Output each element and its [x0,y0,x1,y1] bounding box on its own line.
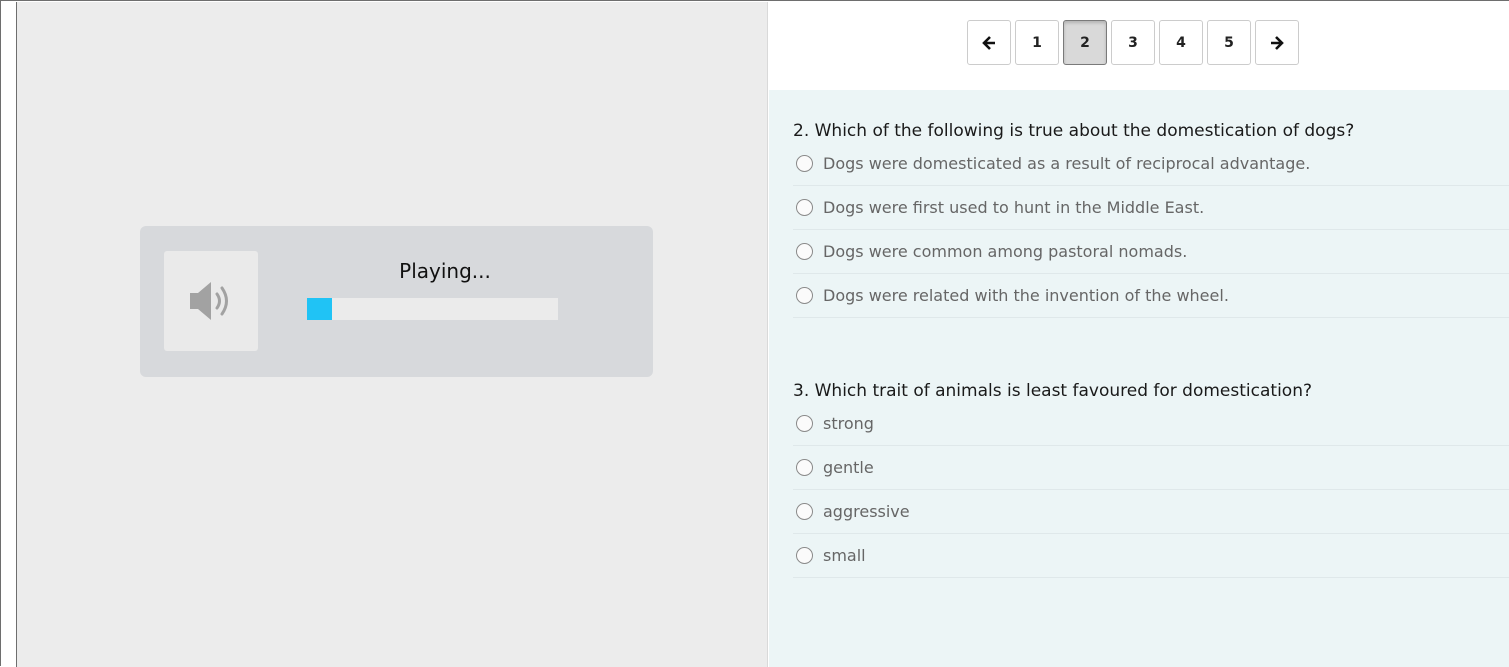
radio-button[interactable] [796,155,813,172]
page-button-1[interactable]: 1 [1015,20,1059,65]
speaker-button[interactable] [164,251,258,351]
app-frame: Playing... 1 2 3 4 5 2. Which of the fol… [0,0,1509,667]
audio-player: Playing... [140,226,653,377]
page-button-4[interactable]: 4 [1159,20,1203,65]
radio-button[interactable] [796,199,813,216]
radio-button[interactable] [796,243,813,260]
audio-pane: Playing... [17,2,768,667]
arrow-left-icon [982,35,995,50]
question-area: 2. Which of the following is true about … [769,90,1509,667]
page-button-5[interactable]: 5 [1207,20,1251,65]
option-label: Dogs were domesticated as a result of re… [823,154,1311,173]
option-label: Dogs were related with the invention of … [823,286,1229,305]
answer-option[interactable]: gentle [793,446,1509,490]
page-button-3[interactable]: 3 [1111,20,1155,65]
option-label: strong [823,414,874,433]
page-button-2[interactable]: 2 [1063,20,1107,65]
option-label: aggressive [823,502,910,521]
answer-option[interactable]: strong [793,402,1509,446]
question-2: 2. Which of the following is true about … [793,120,1509,318]
speaker-icon [190,282,228,320]
option-label: small [823,546,866,565]
answer-option[interactable]: Dogs were common among pastoral nomads. [793,230,1509,274]
answer-option[interactable]: Dogs were domesticated as a result of re… [793,142,1509,186]
arrow-right-icon [1271,35,1284,50]
questions-pane: 1 2 3 4 5 2. Which of the following is t… [769,2,1509,667]
radio-button[interactable] [796,547,813,564]
answer-option[interactable]: Dogs were first used to hunt in the Midd… [793,186,1509,230]
question-3: 3. Which trait of animals is least favou… [793,380,1509,578]
option-label: Dogs were first used to hunt in the Midd… [823,198,1205,217]
next-page-button[interactable] [1255,20,1299,65]
prev-page-button[interactable] [967,20,1011,65]
option-label: Dogs were common among pastoral nomads. [823,242,1188,261]
audio-progress-fill [307,298,333,320]
playback-status: Playing... [399,259,491,283]
radio-button[interactable] [796,459,813,476]
question-text: 2. Which of the following is true about … [793,121,1355,141]
audio-progress-bar [307,298,558,320]
option-label: gentle [823,458,874,477]
answer-option[interactable]: aggressive [793,490,1509,534]
radio-button[interactable] [796,503,813,520]
radio-button[interactable] [796,415,813,432]
question-pagination: 1 2 3 4 5 [967,20,1299,66]
answer-option[interactable]: Dogs were related with the invention of … [793,274,1509,318]
radio-button[interactable] [796,287,813,304]
answer-option[interactable]: small [793,534,1509,578]
question-text: 3. Which trait of animals is least favou… [793,381,1312,401]
